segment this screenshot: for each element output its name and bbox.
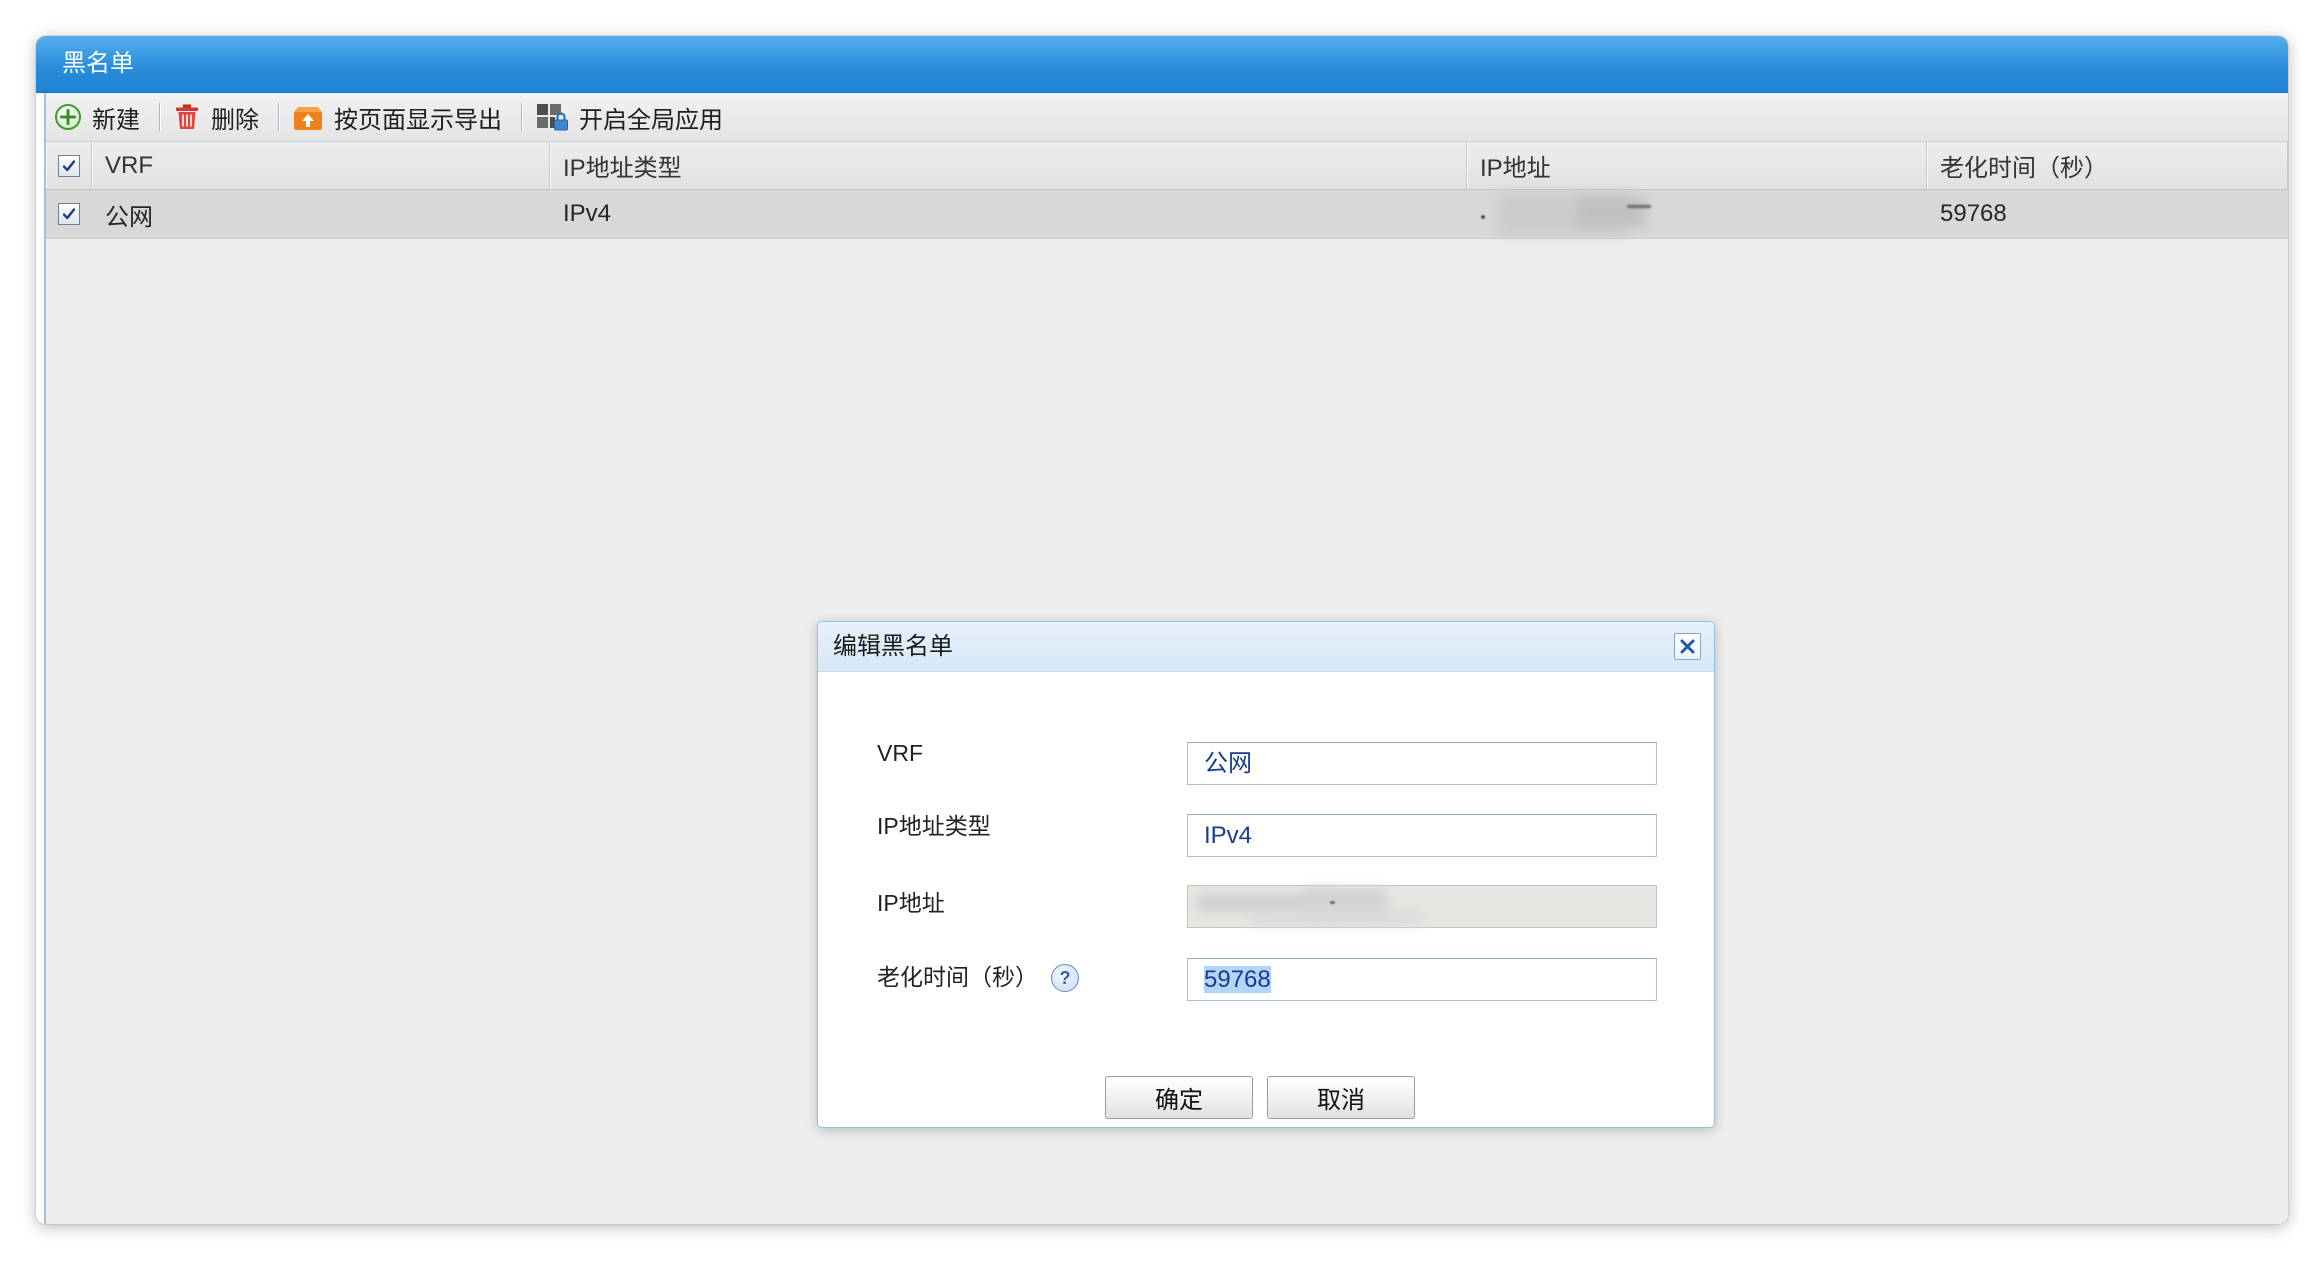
aging-time-input-value: 59768	[1204, 966, 1271, 993]
redaction-blur	[1577, 196, 1647, 228]
close-icon	[1680, 639, 1695, 654]
column-header-ip-type[interactable]: IP地址类型	[550, 142, 1467, 189]
check-icon	[62, 159, 75, 171]
vrf-input[interactable]: 公网	[1187, 742, 1657, 785]
delete-button-label: 删除	[211, 106, 259, 134]
redaction-blur	[1481, 215, 1485, 219]
select-all-cell	[46, 142, 92, 189]
select-all-checkbox[interactable]	[57, 154, 80, 177]
toolbar-separator	[159, 103, 161, 131]
column-header-vrf[interactable]: VRF	[92, 142, 550, 189]
cell-vrf: 公网	[105, 203, 153, 231]
toolbar: 新建 删除 按页面显示导出 开启全局应用	[46, 93, 2288, 142]
global-apply-icon	[535, 102, 569, 132]
toolbar-separator	[278, 103, 280, 131]
enable-global-apply-button-label: 开启全局应用	[579, 106, 723, 134]
ip-address-label: IP地址	[877, 890, 945, 916]
redaction-blur	[1330, 901, 1335, 904]
cell-aging-time: 59768	[1940, 200, 2007, 227]
row-select-cell	[46, 190, 92, 238]
cell-ip-type: IPv4	[563, 200, 612, 227]
export-icon	[292, 102, 324, 132]
ok-button[interactable]: 确定	[1105, 1076, 1253, 1119]
vrf-input-value: 公网	[1204, 750, 1252, 777]
ip-type-input-value: IPv4	[1204, 822, 1253, 849]
delete-icon	[173, 102, 201, 132]
dialog-header[interactable]: 编辑黑名单	[818, 622, 1714, 672]
new-button-label: 新建	[92, 106, 140, 134]
redaction-blur	[1627, 205, 1651, 208]
ip-type-label: IP地址类型	[877, 813, 991, 839]
add-icon	[54, 102, 82, 132]
check-icon	[62, 208, 76, 220]
table-row[interactable]: 公网 IPv4 59768	[46, 190, 2288, 239]
table-header: VRF IP地址类型 IP地址 老化时间（秒）	[46, 142, 2288, 190]
enable-global-apply-button[interactable]: 开启全局应用	[535, 97, 723, 137]
cancel-button[interactable]: 取消	[1267, 1076, 1415, 1119]
dialog-close-button[interactable]	[1674, 633, 1701, 660]
window-title-bar: 黑名单	[36, 36, 2288, 93]
export-page-button-label: 按页面显示导出	[334, 106, 502, 134]
window-title: 黑名单	[62, 50, 134, 77]
new-button[interactable]: 新建	[54, 97, 140, 137]
ip-address-input-disabled	[1187, 885, 1657, 928]
toolbar-separator	[521, 103, 523, 131]
delete-button[interactable]: 删除	[173, 97, 259, 137]
dialog-title: 编辑黑名单	[833, 633, 953, 660]
aging-time-label: 老化时间（秒）	[877, 964, 1038, 990]
export-page-button[interactable]: 按页面显示导出	[292, 97, 502, 137]
ip-type-input[interactable]: IPv4	[1187, 814, 1657, 857]
column-header-aging-time[interactable]: 老化时间（秒）	[1927, 142, 2288, 189]
row-checkbox[interactable]	[58, 203, 80, 225]
aging-time-input[interactable]: 59768	[1187, 958, 1657, 1001]
cell-ip-address-redacted	[1467, 190, 1927, 238]
help-icon[interactable]: ?	[1051, 964, 1079, 992]
redaction-blur	[1248, 910, 1423, 924]
edit-blacklist-dialog: 编辑黑名单 VRF 公网 IP地址类型 IPv4 IP地址 老化时间（秒） ? …	[817, 621, 1715, 1128]
vrf-label: VRF	[877, 740, 923, 766]
column-header-ip-address[interactable]: IP地址	[1467, 142, 1927, 189]
